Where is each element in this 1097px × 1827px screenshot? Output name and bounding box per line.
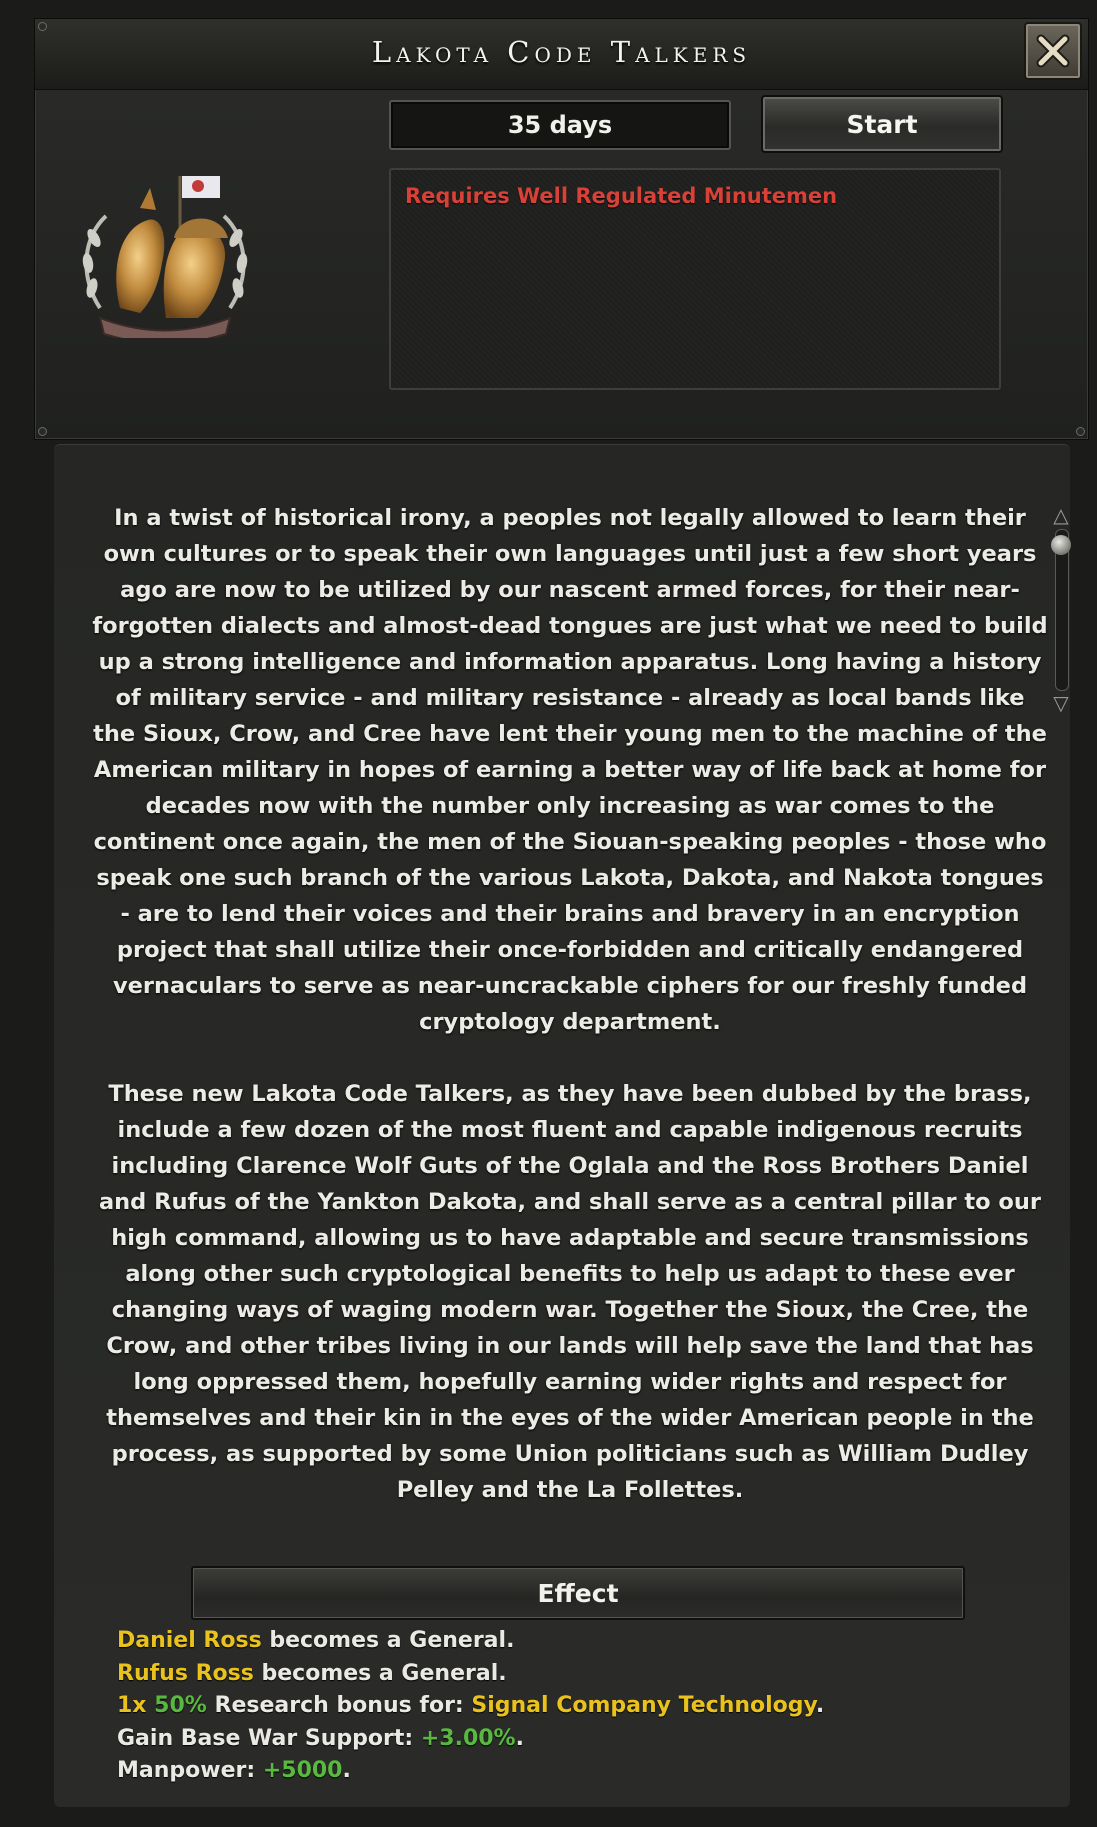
bonus-percent: 50% bbox=[154, 1693, 207, 1718]
description-paragraph: In a twist of historical irony, a people… bbox=[92, 505, 1048, 1035]
requirement-text: Requires Well Regulated Minutemen bbox=[405, 184, 838, 208]
effect-text: Research bonus for: bbox=[206, 1693, 472, 1718]
scroll-up-icon[interactable]: △ bbox=[1050, 505, 1072, 525]
title-bar: Lakota Code Talkers bbox=[35, 19, 1088, 90]
effect-line: Manpower: +5000. bbox=[117, 1755, 824, 1788]
scroll-down-icon[interactable]: ▽ bbox=[1050, 693, 1072, 713]
effect-text: . bbox=[815, 1693, 825, 1718]
close-icon bbox=[1036, 34, 1070, 68]
description-paragraph: These new Lakota Code Talkers, as they h… bbox=[98, 1081, 1041, 1503]
general-name[interactable]: Daniel Ross bbox=[117, 1628, 262, 1653]
corner-rivet bbox=[1076, 427, 1085, 436]
corner-rivet bbox=[38, 22, 47, 31]
effect-line: Rufus Ross becomes a General. bbox=[117, 1658, 824, 1691]
description-text: In a twist of historical irony, a people… bbox=[92, 500, 1048, 1508]
effect-text: . bbox=[515, 1725, 524, 1751]
effect-list: Daniel Ross becomes a General. Rufus Ros… bbox=[117, 1625, 824, 1788]
effect-text: becomes a General. bbox=[261, 1628, 515, 1653]
general-name[interactable]: Rufus Ross bbox=[117, 1661, 254, 1686]
war-support-value: +3.00% bbox=[420, 1725, 516, 1751]
bonus-count: 1x bbox=[117, 1693, 155, 1718]
effect-text: . bbox=[342, 1758, 351, 1783]
technology-name[interactable]: Signal Company Technology bbox=[471, 1693, 816, 1718]
effect-header: Effect bbox=[191, 1566, 965, 1620]
code-talkers-emblem bbox=[82, 176, 248, 338]
corner-rivet bbox=[38, 427, 47, 436]
effect-line: 1x 50% Research bonus for: Signal Compan… bbox=[117, 1690, 824, 1723]
effect-text: becomes a General. bbox=[253, 1660, 507, 1686]
description-scrollbar[interactable]: △ ▽ bbox=[1050, 505, 1072, 715]
start-button[interactable]: Start bbox=[761, 95, 1003, 153]
effect-text: Manpower: bbox=[117, 1758, 263, 1783]
close-button[interactable] bbox=[1024, 22, 1082, 80]
manpower-value: +5000 bbox=[262, 1758, 343, 1783]
effect-text: Gain Base War Support: bbox=[117, 1725, 421, 1751]
effect-line: Gain Base War Support: +3.00%. bbox=[117, 1723, 824, 1756]
requirements-panel: Requires Well Regulated Minutemen bbox=[389, 168, 1001, 390]
scroll-thumb[interactable] bbox=[1051, 535, 1071, 555]
duration-display: 35 days bbox=[389, 100, 731, 150]
effect-line: Daniel Ross becomes a General. bbox=[117, 1625, 824, 1658]
window-title: Lakota Code Talkers bbox=[371, 35, 752, 69]
